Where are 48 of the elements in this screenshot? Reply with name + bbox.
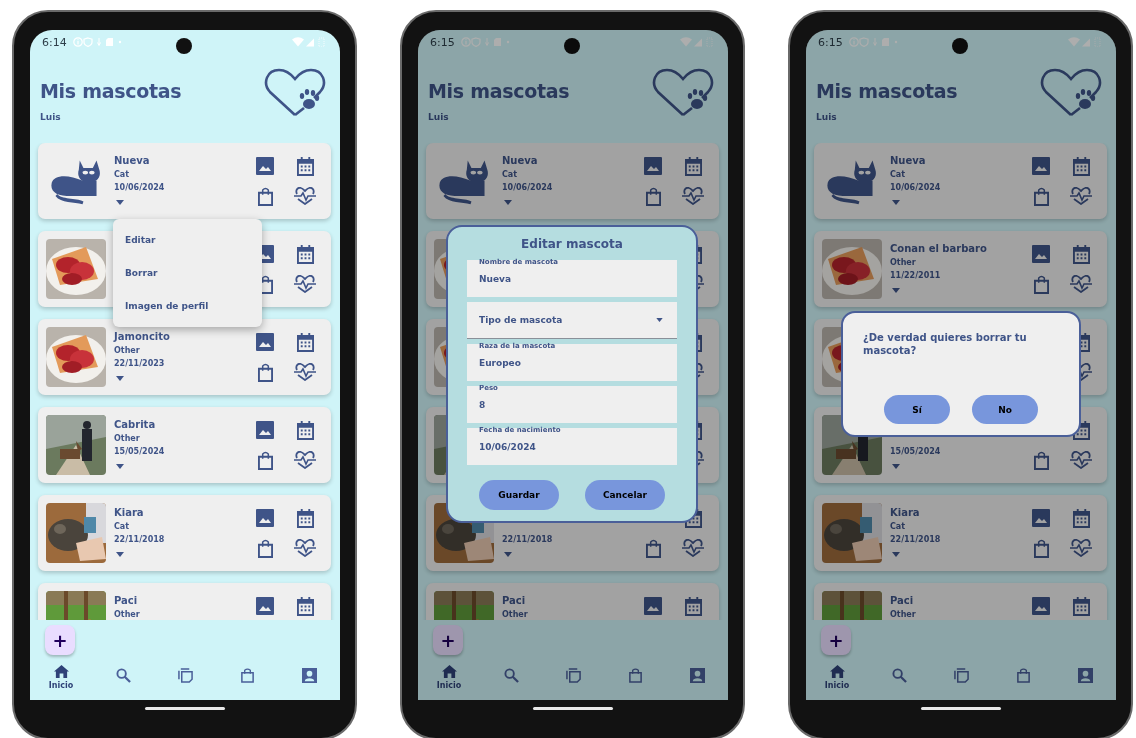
dialog-title: Editar mascota [521, 237, 623, 251]
pet-birth-date: 22/11/2023 [114, 359, 165, 369]
pet-name: Paci [114, 595, 138, 607]
pet-type: Cat [114, 170, 130, 180]
pet-type: Cat [114, 522, 130, 532]
pet-type: Cat [502, 170, 518, 180]
pet-birth-date: 15/05/2024 [890, 447, 941, 457]
user-name: Luis [816, 111, 838, 122]
pet-name: Jamoncito [114, 331, 170, 343]
pet-type: Other [890, 258, 916, 268]
pet-name: Nueva [502, 155, 538, 167]
pet-type: Cat [890, 170, 906, 180]
status-time: 6:15 [430, 35, 455, 49]
page-title: Mis mascotas [428, 81, 570, 102]
pet-birth-date: 22/11/2018 [114, 535, 165, 545]
page-title: Mis mascotas [40, 81, 182, 102]
pet-birth-date: 22/11/2018 [890, 535, 941, 545]
field-value: Nueva [479, 274, 511, 284]
pet-birth-date: 22/11/2018 [502, 535, 553, 545]
pet-type: Other [890, 610, 916, 620]
pet-type: Other [502, 610, 528, 620]
field-value: 8 [479, 400, 486, 410]
pet-birth-date: 11/22/2011 [890, 271, 941, 281]
pet-name: Kiara [890, 507, 920, 519]
status-time: 6:15 [818, 35, 843, 49]
pet-name: Conan el barbaro [890, 243, 987, 255]
pet-name: Nueva [890, 155, 926, 167]
pet-name: Paci [502, 595, 526, 607]
pet-birth-date: 15/05/2024 [114, 447, 165, 457]
pet-type: Cat [890, 522, 906, 532]
pet-name: Cabrita [114, 419, 156, 431]
field-value: 10/06/2024 [479, 442, 536, 452]
pet-type: Other [114, 610, 140, 620]
user-name: Luis [40, 111, 62, 122]
pet-type: Other [114, 434, 140, 444]
pet-birth-date: 10/06/2024 [890, 183, 941, 193]
pet-name: Nueva [114, 155, 150, 167]
pet-name: Paci [890, 595, 914, 607]
field-label: Tipo de mascota [479, 315, 563, 325]
pet-birth-date: 10/06/2024 [114, 183, 165, 193]
status-time: 6:14 [42, 35, 67, 49]
pet-birth-date: 10/06/2024 [502, 183, 553, 193]
pet-name: Kiara [114, 507, 144, 519]
user-name: Luis [428, 111, 450, 122]
dialog-message: ¿De verdad quieres borrar tu mascota? [863, 331, 1028, 357]
field-value: Europeo [479, 358, 521, 368]
pet-type: Other [114, 346, 140, 356]
page-title: Mis mascotas [816, 81, 958, 102]
